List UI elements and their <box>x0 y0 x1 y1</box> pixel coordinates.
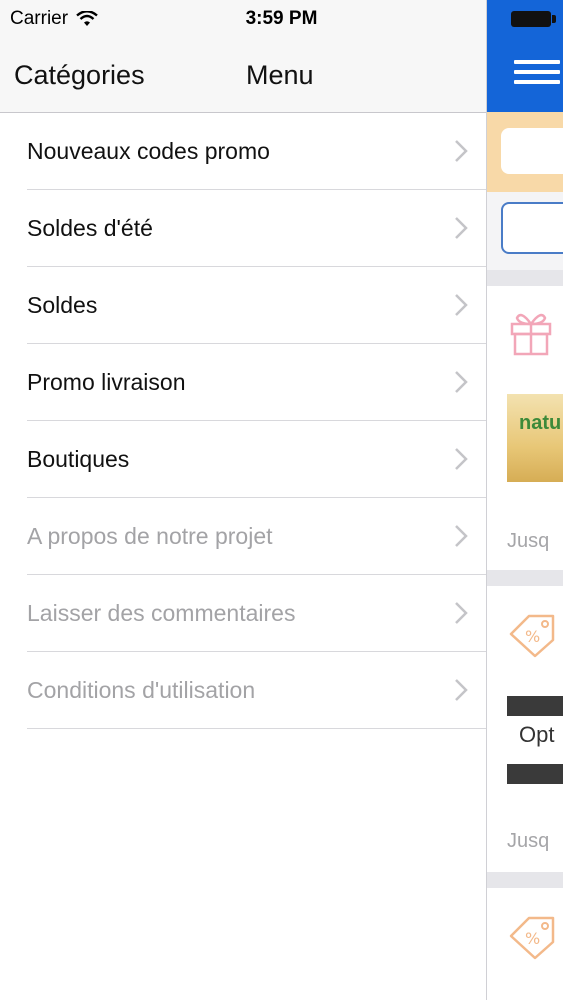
menu-item-conditions-utilisation[interactable]: Conditions d'utilisation <box>0 652 486 729</box>
menu-item-label: Boutiques <box>27 446 130 472</box>
chevron-right-icon <box>455 371 468 393</box>
gift-icon <box>510 313 552 356</box>
divider <box>487 872 563 888</box>
chevron-right-icon <box>455 448 468 470</box>
divider <box>487 570 563 586</box>
logo-band <box>507 764 563 784</box>
menu-item-label: Soldes <box>27 292 98 318</box>
store-logo-text: natu <box>519 412 562 434</box>
store-logo-text: Opt <box>519 722 555 747</box>
menu-item-a-propos[interactable]: A propos de notre projet <box>0 498 486 575</box>
filter-button[interactable] <box>501 202 563 254</box>
page-title: Menu <box>246 60 314 90</box>
menu-item-promo-livraison[interactable]: Promo livraison <box>0 344 486 421</box>
menu-item-laisser-commentaires[interactable]: Laisser des commentaires <box>0 575 486 652</box>
search-input[interactable] <box>501 128 563 174</box>
chevron-right-icon <box>455 679 468 701</box>
search-area <box>487 112 563 192</box>
menu-item-label: Promo livraison <box>27 369 186 395</box>
content-header <box>487 0 563 112</box>
menu-item-label: A propos de notre projet <box>27 523 273 549</box>
chevron-right-icon <box>455 140 468 162</box>
svg-text:%: % <box>525 929 540 948</box>
chevron-right-icon <box>455 602 468 624</box>
separator <box>27 728 486 729</box>
status-time: 3:59 PM <box>245 8 318 29</box>
menu-item-label: Nouveaux codes promo <box>27 138 270 164</box>
store-logo-image: natu <box>507 394 563 482</box>
deal-expiry-text: Jusq <box>507 530 550 552</box>
price-tag-icon: % <box>509 916 555 960</box>
chevron-right-icon <box>455 217 468 239</box>
menu-list: Nouveaux codes promo Soldes d'été Soldes… <box>0 113 486 729</box>
store-logo-image: Opt <box>507 696 563 784</box>
nav-bar: Catégories Menu <box>0 40 486 113</box>
menu-item-label: Conditions d'utilisation <box>27 677 256 703</box>
battery-icon <box>511 11 551 27</box>
menu-item-boutiques[interactable]: Boutiques <box>0 421 486 498</box>
battery-tip <box>552 15 556 23</box>
menu-item-label: Laisser des commentaires <box>27 600 296 626</box>
menu-item-soldes[interactable]: Soldes <box>0 267 486 344</box>
menu-item-nouveaux-codes-promo[interactable]: Nouveaux codes promo <box>0 113 486 190</box>
hamburger-menu-icon[interactable] <box>514 60 560 90</box>
chevron-right-icon <box>455 294 468 316</box>
menu-item-soldes-ete[interactable]: Soldes d'été <box>0 190 486 267</box>
chevron-right-icon <box>455 525 468 547</box>
content-pane-peek[interactable]: natu Jusq % Opt Jusq % <box>486 0 563 1000</box>
divider <box>487 270 563 286</box>
svg-text:%: % <box>525 627 540 646</box>
logo-band <box>507 696 563 716</box>
deal-expiry-text: Jusq <box>507 830 550 852</box>
price-tag-icon: % <box>509 614 555 658</box>
menu-item-label: Soldes d'été <box>27 215 153 241</box>
categories-title: Catégories <box>14 60 145 90</box>
